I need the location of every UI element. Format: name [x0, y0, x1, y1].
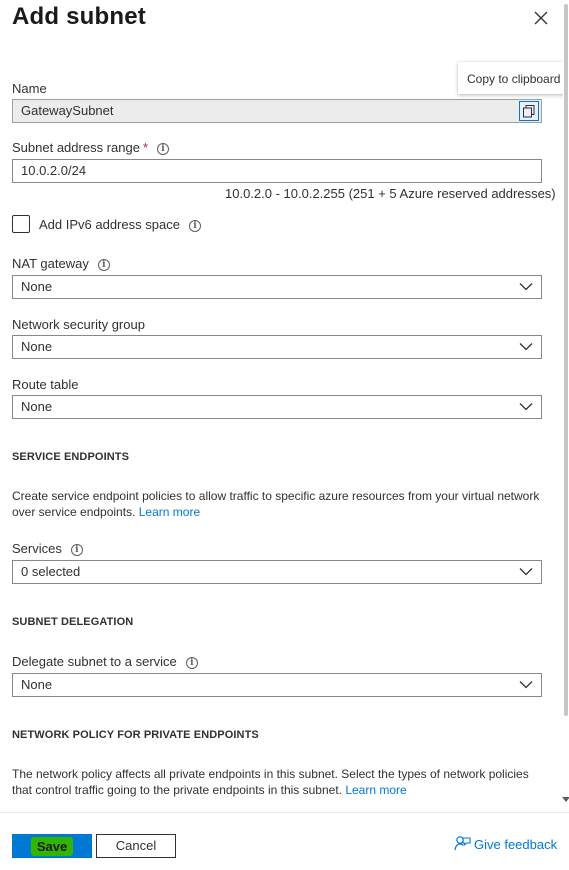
chevron-down-icon	[519, 343, 533, 351]
copy-icon	[523, 105, 535, 118]
info-icon[interactable]: i	[70, 544, 83, 556]
nsg-value: None	[21, 339, 53, 354]
services-value: 0 selected	[21, 564, 81, 579]
chevron-down-icon	[519, 403, 533, 411]
route-table-value: None	[21, 399, 53, 414]
service-endpoints-description: Create service endpoint policies to allo…	[12, 488, 552, 520]
give-feedback-link[interactable]: Give feedback	[454, 835, 557, 852]
services-label-text: Services	[12, 541, 62, 556]
info-icon[interactable]: i	[97, 259, 110, 271]
network-policy-heading: NETWORK POLICY FOR PRIVATE ENDPOINTS	[12, 729, 259, 741]
address-range-input[interactable]: 10.0.2.0/24	[12, 159, 542, 183]
nat-gateway-dropdown[interactable]: None	[12, 275, 542, 299]
nat-gateway-label-text: NAT gateway	[12, 256, 89, 271]
copy-to-clipboard-button[interactable]	[519, 101, 539, 121]
save-button-label: Save	[36, 839, 68, 854]
network-policy-desc-line1: The network policy affects all private e…	[12, 767, 529, 781]
panel-title: Add subnet	[12, 3, 146, 30]
services-label: Services i	[12, 541, 83, 556]
info-icon[interactable]: i	[188, 220, 201, 232]
network-policy-learn-more-link[interactable]: Learn more	[345, 783, 406, 797]
subnet-delegation-heading: SUBNET DELEGATION	[12, 616, 134, 628]
cancel-button[interactable]: Cancel	[96, 834, 176, 858]
nsg-dropdown[interactable]: None	[12, 335, 542, 359]
chevron-down-icon	[519, 283, 533, 291]
give-feedback-label: Give feedback	[474, 837, 558, 852]
delegation-dropdown[interactable]: None	[12, 673, 542, 697]
network-policy-desc-line2: that control traffic going to the privat…	[12, 783, 342, 797]
delegation-value: None	[21, 677, 53, 692]
name-value: GatewaySubnet	[21, 103, 114, 118]
route-table-label: Route table	[12, 377, 79, 392]
ipv6-label: Add IPv6 address space i	[39, 217, 201, 232]
nat-gateway-label: NAT gateway i	[12, 256, 110, 271]
name-field: GatewaySubnet	[12, 99, 542, 123]
required-asterisk: *	[142, 140, 148, 155]
name-label: Name	[12, 81, 47, 96]
delegation-label-text: Delegate subnet to a service	[12, 654, 177, 669]
info-icon[interactable]: i	[185, 657, 198, 669]
scrollbar-thumb[interactable]	[564, 4, 568, 716]
info-icon[interactable]: i	[157, 143, 169, 155]
service-endpoints-desc-line2: over service endpoints.	[12, 505, 136, 519]
address-range-value: 10.0.2.0/24	[21, 163, 87, 178]
chevron-down-icon	[519, 681, 533, 689]
save-button[interactable]: Save	[12, 834, 92, 858]
service-endpoints-desc-line1: Create service endpoint policies to allo…	[12, 489, 540, 503]
tooltip-text: Copy to clipboard	[467, 72, 561, 86]
nat-gateway-value: None	[21, 279, 53, 294]
ipv6-checkbox[interactable]	[12, 215, 30, 233]
ipv6-label-text: Add IPv6 address space	[39, 217, 180, 232]
address-range-label-text: Subnet address range	[12, 140, 140, 155]
route-table-dropdown[interactable]: None	[12, 395, 542, 419]
nsg-label: Network security group	[12, 317, 145, 332]
close-button[interactable]	[532, 9, 550, 27]
address-range-label: Subnet address range * i	[12, 140, 169, 155]
delegation-label: Delegate subnet to a service i	[12, 654, 198, 669]
service-endpoints-learn-more-link[interactable]: Learn more	[139, 505, 200, 519]
scroll-down-arrow[interactable]	[562, 797, 569, 802]
copy-tooltip: Copy to clipboard	[458, 62, 566, 94]
network-policy-description: The network policy affects all private e…	[12, 766, 552, 798]
close-icon	[534, 11, 548, 25]
footer-divider	[0, 812, 569, 813]
service-endpoints-heading: SERVICE ENDPOINTS	[12, 451, 130, 463]
chevron-down-icon	[519, 568, 533, 576]
feedback-person-icon	[454, 836, 471, 851]
services-dropdown[interactable]: 0 selected	[12, 560, 542, 584]
address-range-hint: 10.0.2.0 - 10.0.2.255 (251 + 5 Azure res…	[225, 186, 556, 201]
